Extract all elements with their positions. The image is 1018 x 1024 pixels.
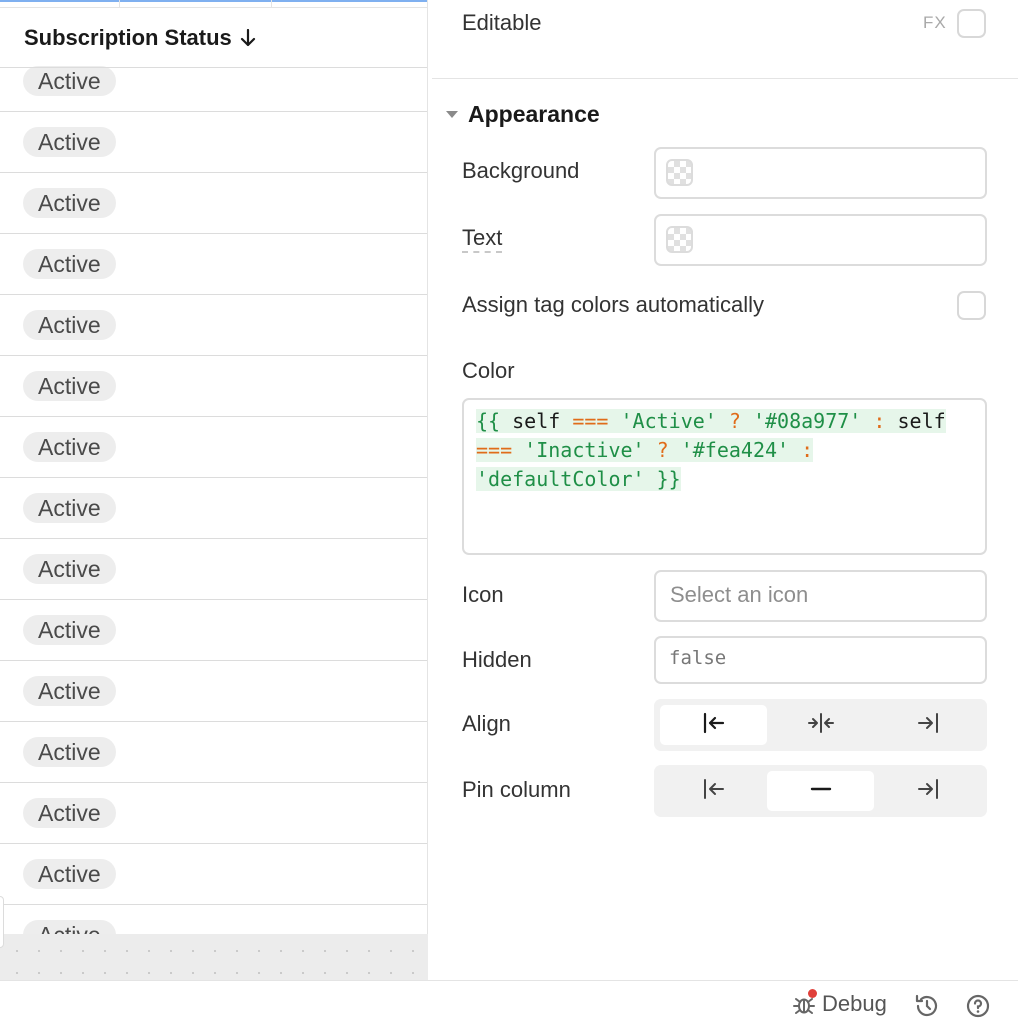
align-center-icon (807, 712, 835, 739)
hidden-value: false (669, 647, 727, 669)
editable-label: Editable (462, 10, 542, 35)
fx-toggle[interactable]: FX (923, 13, 947, 33)
status-tag: Active (23, 676, 116, 706)
column-divider[interactable] (271, 0, 272, 8)
pin-column-label: Pin column (462, 777, 571, 802)
table-row[interactable]: Active (0, 722, 427, 783)
align-left-button[interactable] (660, 705, 767, 745)
canvas-grid (0, 934, 428, 980)
pin-right-button[interactable] (874, 771, 981, 811)
pin-segmented-control (654, 765, 987, 817)
color-swatch-icon[interactable] (666, 226, 693, 253)
table-row[interactable]: Active (0, 234, 427, 295)
inspector-panel: Editable FX Appearance Background Text A… (432, 0, 1018, 980)
code-line: 'defaultColor' }} (476, 467, 681, 491)
align-center-button[interactable] (767, 705, 874, 745)
table-top-strip (0, 0, 427, 8)
icon-select-placeholder: Select an icon (670, 582, 809, 607)
pin-none-icon (809, 778, 833, 805)
text-label[interactable]: Text (462, 225, 503, 253)
status-tag: Active (23, 310, 116, 340)
status-tag: Active (23, 371, 116, 401)
table-row[interactable]: Active (0, 417, 427, 478)
column-header[interactable]: Subscription Status (0, 8, 427, 68)
appearance-section-toggle[interactable]: Appearance (446, 101, 600, 128)
code-line: {{ self === 'Active' ? '#08a977' : self (476, 409, 946, 433)
table-row[interactable]: Active (0, 112, 427, 173)
color-code-editor[interactable]: {{ self === 'Active' ? '#08a977' : self … (462, 398, 987, 555)
align-left-icon (702, 712, 726, 739)
editable-checkbox[interactable] (957, 9, 986, 38)
align-segmented-control (654, 699, 987, 751)
pin-right-icon (916, 778, 940, 805)
status-tag: Active (23, 859, 116, 889)
background-label: Background (462, 158, 580, 183)
status-tag: Active (23, 798, 116, 828)
table-row[interactable]: Active (0, 905, 427, 934)
status-tag: Active (23, 493, 116, 523)
align-right-button[interactable] (874, 705, 981, 745)
table-row[interactable]: Active (0, 356, 427, 417)
color-label: Color (462, 358, 515, 383)
table-row[interactable]: Active (0, 173, 427, 234)
table-row[interactable]: Active (0, 539, 427, 600)
align-right-icon (916, 712, 940, 739)
background-color-field[interactable] (654, 147, 987, 199)
debug-label: Debug (822, 991, 887, 1016)
text-color-field[interactable] (654, 214, 987, 266)
arrow-down-icon[interactable] (240, 28, 256, 47)
hidden-input[interactable]: false (654, 636, 987, 684)
table-body[interactable]: Active Active Active Active Active Activ… (0, 51, 427, 934)
table-row[interactable]: Active (0, 295, 427, 356)
help-icon[interactable] (965, 993, 991, 1024)
status-tag: Active (23, 188, 116, 218)
status-tag: Active (23, 432, 116, 462)
pin-left-button[interactable] (660, 771, 767, 811)
icon-select[interactable]: Select an icon (654, 570, 987, 622)
assign-tag-colors-label: Assign tag colors automatically (462, 292, 765, 317)
status-tag: Active (23, 66, 116, 96)
bottom-status-bar: Debug (0, 980, 1018, 1024)
pin-none-button[interactable] (767, 771, 874, 811)
table-row[interactable]: Active (0, 783, 427, 844)
pin-left-icon (702, 778, 726, 805)
column-divider[interactable] (119, 0, 120, 8)
table-row[interactable]: Active (0, 844, 427, 905)
status-tag: Active (23, 249, 116, 279)
align-label: Align (462, 711, 511, 736)
resize-handle[interactable] (0, 896, 4, 948)
status-tag: Active (23, 737, 116, 767)
table-pane: Active Active Active Active Active Activ… (0, 0, 428, 934)
icon-label: Icon (462, 582, 504, 607)
bug-icon (792, 989, 817, 1016)
table-row[interactable]: Active (0, 600, 427, 661)
table-row[interactable]: Active (0, 478, 427, 539)
status-tag: Active (23, 615, 116, 645)
debug-button[interactable]: Debug (792, 989, 887, 1017)
code-line: === 'Inactive' ? '#fea424' : (476, 438, 814, 462)
assign-tag-colors-checkbox[interactable] (957, 291, 986, 320)
status-tag: Active (23, 127, 116, 157)
history-icon[interactable] (914, 993, 940, 1024)
divider (432, 78, 1018, 79)
caret-down-icon (446, 111, 458, 118)
color-swatch-icon[interactable] (666, 159, 693, 186)
appearance-title: Appearance (468, 101, 600, 127)
status-tag: Active (23, 554, 116, 584)
selection-accent (0, 0, 427, 2)
debug-status-dot (808, 989, 817, 998)
column-header-label: Subscription Status (24, 24, 232, 50)
hidden-label: Hidden (462, 647, 532, 672)
table-row[interactable]: Active (0, 661, 427, 722)
status-tag: Active (23, 920, 116, 934)
